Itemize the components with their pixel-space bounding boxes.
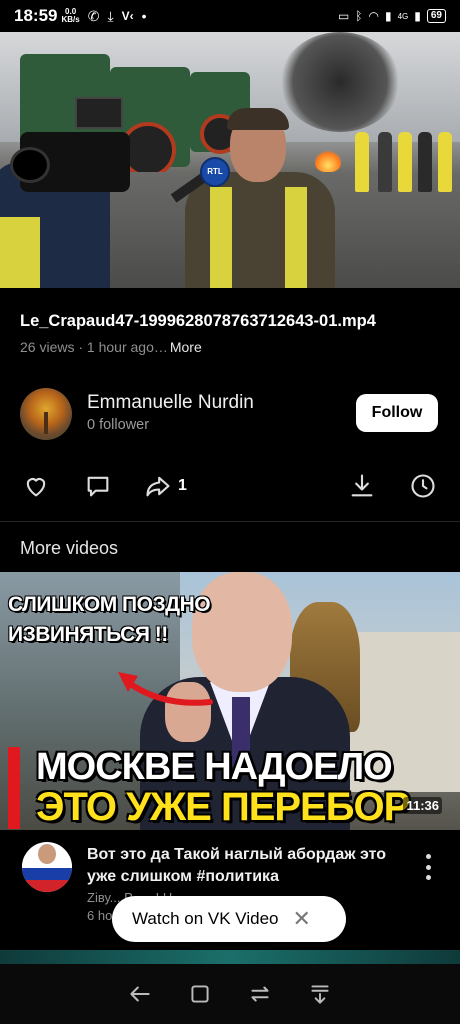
signal-icon: ▮ (384, 9, 392, 23)
wifi-icon: ◠ (368, 9, 379, 23)
network-speed: 0.0 KB/s (61, 7, 80, 24)
more-options-icon[interactable] (418, 854, 438, 880)
channel-row[interactable]: Emmanuelle Nurdin 0 follower Follow (20, 388, 440, 440)
video-scene-farmer (175, 108, 345, 288)
thumbnail-red-bar (8, 747, 20, 829)
watch-on-vk-toast[interactable]: Watch on VK Video ✕ (112, 896, 346, 942)
thumbnail-caption-yellow: ЭТО УЖЕ ПЕРЕБОР (36, 785, 410, 829)
related-channel-avatar[interactable] (22, 842, 72, 892)
watch-later-button[interactable] (409, 468, 437, 504)
comment-button[interactable] (84, 468, 112, 504)
cast-icon: ▭ (337, 9, 350, 23)
vi-icon: V‹ (121, 9, 134, 23)
share-icon (146, 476, 170, 497)
video-scene-reporter (0, 82, 200, 288)
next-thumbnail-strip[interactable] (0, 950, 460, 964)
video-scene-person (438, 132, 452, 192)
more-videos-heading: More videos (20, 538, 119, 558)
thumbnail-caption-top: СЛИШКОМ ПОЗДНО ИЗВИНЯТЬСЯ !! (8, 590, 211, 650)
battery-indicator: 69 (426, 9, 446, 23)
video-scene-person (355, 132, 369, 192)
thumbnail-caption-line: СЛИШКОМ ПОЗДНО (8, 593, 211, 616)
video-player[interactable]: RTL (0, 32, 460, 288)
follower-count: 0 follower (87, 417, 150, 433)
toast-label[interactable]: Watch on VK Video (132, 909, 278, 929)
bluetooth-icon: ᛒ (355, 9, 363, 23)
heart-icon (26, 478, 46, 497)
red-arrow-icon (118, 672, 213, 706)
share-count: 1 (178, 477, 187, 494)
signal-icon-2: ▮ (414, 9, 421, 23)
thumbnail-caption-line: ИЗВИНЯТЬСЯ !! (8, 623, 168, 646)
video-views-time: 26 views · 1 hour ago… (20, 339, 168, 355)
more-button[interactable]: More (170, 339, 202, 355)
channel-avatar[interactable] (20, 388, 72, 440)
dot-icon: • (141, 8, 147, 24)
channel-name[interactable]: Emmanuelle Nurdin (87, 392, 254, 414)
system-icons: ▭ ᛒ ◠ ▮ 4G ▮ 69 (338, 9, 446, 23)
share-button[interactable]: 1 (144, 468, 187, 504)
status-bar: 18:59 0.0 KB/s ✆ ⤓ V‹ • ▭ ᛒ ◠ ▮ 4G ▮ 69 (0, 0, 460, 32)
clock-icon (411, 474, 435, 498)
keyboard-hide-icon[interactable] (307, 981, 333, 1007)
related-video-age: 6 ho (87, 908, 113, 923)
microphone-logo: RTL (200, 157, 230, 187)
like-button[interactable] (22, 468, 50, 504)
related-video-title[interactable]: Вот это да Такой наглый абордаж это уже … (87, 844, 407, 888)
close-icon[interactable]: ✕ (292, 908, 310, 930)
recents-icon[interactable] (247, 981, 273, 1007)
status-time: 18:59 (14, 6, 58, 25)
download-status-icon: ⤓ (107, 7, 114, 24)
video-scene-person (398, 132, 412, 192)
video-meta: 26 views · 1 hour ago… More (20, 339, 202, 355)
notification-icons: ✆ ⤓ V‹ • (88, 8, 147, 25)
video-scene-person (418, 132, 432, 192)
related-video-thumbnail[interactable]: СЛИШКОМ ПОЗДНО ИЗВИНЯТЬСЯ !! МОСКВЕ НАДО… (0, 572, 460, 830)
divider (0, 521, 460, 522)
download-icon (351, 474, 373, 497)
back-icon[interactable] (127, 981, 153, 1007)
download-button[interactable] (348, 468, 376, 504)
comment-icon (87, 476, 109, 497)
video-scene-person (378, 132, 392, 192)
home-icon[interactable] (187, 981, 213, 1007)
thumbnail-caption-main: МОСКВЕ НАДОЕЛО (36, 746, 393, 788)
whatsapp-icon: ✆ (87, 7, 100, 24)
follow-button[interactable]: Follow (356, 394, 438, 432)
system-nav-bar (0, 964, 460, 1024)
video-title: Le_Crapaud47-1999628078763712643-01.mp4 (20, 312, 376, 330)
network-type: 4G (397, 11, 409, 21)
action-bar: 1 (0, 468, 460, 508)
duration-badge: 11:36 (403, 797, 442, 814)
